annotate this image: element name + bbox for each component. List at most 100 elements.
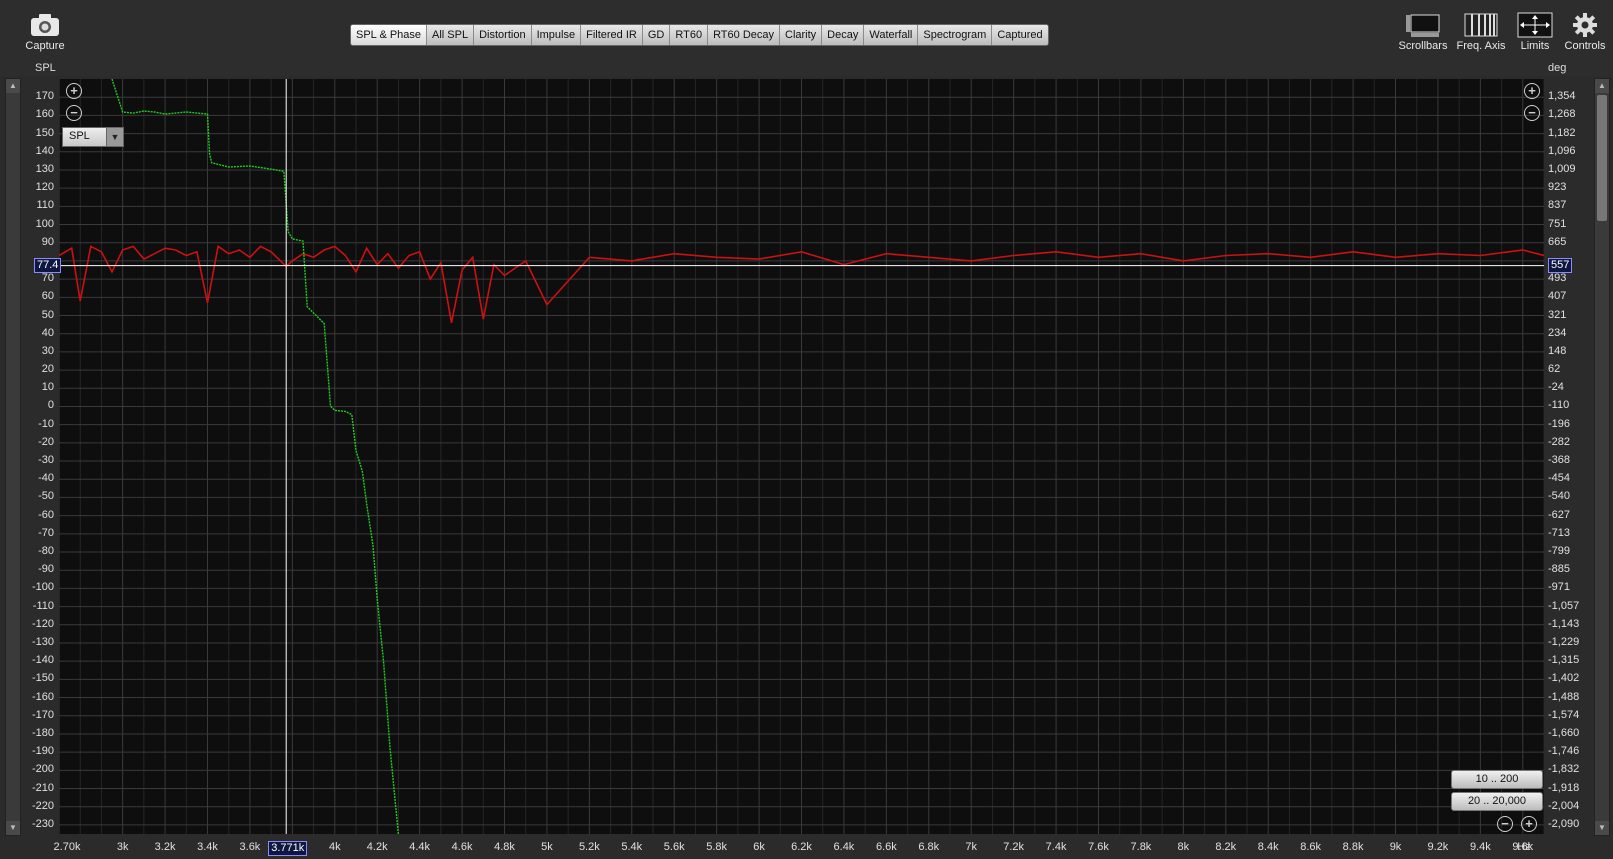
scroll-down-arrow-icon[interactable]: ▼ (1595, 821, 1609, 835)
y2-tick-label: 837 (1548, 199, 1567, 212)
y2-tick-label: 1,096 (1548, 144, 1576, 157)
y-tick-label: 100 (35, 217, 54, 230)
tab-decay[interactable]: Decay (822, 25, 865, 45)
y2-tick-label: 923 (1548, 181, 1567, 194)
chevron-down-icon: ▼ (106, 128, 123, 146)
y2-tick-label: -196 (1548, 417, 1571, 430)
x-tick-label: 3.6k (239, 841, 261, 853)
y2-tick-label: -1,315 (1548, 654, 1580, 667)
y-tick-label: 50 (41, 308, 54, 321)
camera-icon (30, 10, 60, 40)
capture-label: Capture (25, 40, 65, 52)
top-toolbar: Capture SPL & Phase All SPL Distortion Impu… (0, 0, 1613, 76)
scrollbars-button[interactable]: Scrollbars (1395, 10, 1451, 52)
zoom-in-y-right-icon[interactable]: + (1524, 83, 1540, 99)
zoom-out-x-icon[interactable]: − (1497, 816, 1513, 832)
scrollbar-thumb[interactable] (1597, 95, 1607, 221)
tab-gd[interactable]: GD (642, 25, 671, 45)
y-tick-label: -90 (38, 563, 54, 576)
zoom-out-y-left-icon[interactable]: − (66, 105, 82, 121)
y-tick-label: -30 (38, 454, 54, 467)
y2-tick-label: -799 (1548, 545, 1571, 557)
capture-button[interactable]: Capture (24, 10, 66, 52)
y2-tick-label: -540 (1548, 490, 1571, 503)
y-tick-label: -130 (31, 635, 54, 648)
y-tick-label: 160 (35, 108, 54, 121)
x-tick-label: 6.6k (875, 841, 897, 853)
y2-tick-label: -885 (1548, 563, 1571, 576)
zoom-in-x-icon[interactable]: + (1521, 816, 1537, 832)
x-tick-label: 6k (753, 841, 765, 853)
y2-tick-label: 665 (1548, 235, 1567, 248)
freq-axis-icon (1463, 10, 1499, 40)
y2-tick-label: 407 (1548, 290, 1567, 303)
limits-icon (1517, 10, 1553, 40)
y-tick-label: 90 (41, 235, 54, 248)
tab-spectrogram[interactable]: Spectrogram (918, 25, 993, 45)
y-tick-label: -210 (31, 781, 54, 794)
tab-spl-phase[interactable]: SPL & Phase (350, 25, 429, 45)
y2-tick-label: -1,229 (1548, 635, 1580, 648)
limits-button[interactable]: Limits (1511, 10, 1559, 52)
y2-tick-label: -110 (1548, 399, 1570, 412)
x-tick-label: 7.4k (1045, 841, 1067, 853)
y2-tick-label: -368 (1548, 454, 1571, 467)
y2-tick-label: 1,182 (1548, 126, 1576, 139)
x-tick-label: 7.6k (1088, 841, 1109, 853)
y-tick-label: 130 (35, 162, 54, 175)
zoom-out-y-right-icon[interactable]: − (1524, 105, 1540, 121)
x-tick-label: 4k (328, 841, 341, 853)
y-tick-label: -200 (31, 763, 54, 776)
range-20-20000-button[interactable]: 20 .. 20,000 (1451, 792, 1543, 811)
right-axis-unit: deg (1548, 62, 1567, 74)
tab-impulse[interactable]: Impulse (531, 25, 582, 45)
right-vertical-scrollbar[interactable]: ▲ ▼ (1594, 78, 1610, 836)
tab-waterfall[interactable]: Waterfall (864, 25, 919, 45)
y2-tick-label: -1,574 (1548, 708, 1580, 721)
x-tick-label: 7k (965, 841, 978, 853)
tab-filtered-ir[interactable]: Filtered IR (581, 25, 643, 45)
y-tick-label: 150 (35, 126, 54, 139)
y2-tick-label: -454 (1548, 472, 1571, 485)
y2-tick-label: -1,402 (1548, 672, 1580, 685)
phase-trace-line (111, 78, 400, 835)
x-tick-label: 3k (116, 841, 129, 853)
scrollbars-icon (1403, 10, 1443, 40)
y-tick-label: 30 (41, 344, 54, 357)
x-tick-label: 4.8k (494, 841, 515, 853)
trace-select[interactable]: SPL ▼ (62, 127, 124, 147)
y2-tick-label: 148 (1548, 344, 1567, 357)
x-tick-label: 5.4k (621, 841, 643, 853)
plot-area[interactable] (58, 78, 1545, 835)
y-tick-label: 140 (35, 144, 54, 157)
x-tick-label: 5.8k (706, 841, 728, 853)
tab-distortion[interactable]: Distortion (474, 25, 532, 45)
x-tick-label: 4.6k (451, 841, 473, 853)
y2-tick-label: -282 (1548, 435, 1571, 448)
y-tick-label: -230 (31, 817, 54, 830)
tab-captured[interactable]: Captured (992, 25, 1048, 45)
range-10-200-button[interactable]: 10 .. 200 (1451, 770, 1543, 789)
controls-button[interactable]: Controls (1561, 10, 1609, 52)
spl-phase-chart[interactable] (58, 78, 1545, 835)
freq-axis-button[interactable]: Freq. Axis (1453, 10, 1509, 52)
zoom-in-y-left-icon[interactable]: + (66, 83, 82, 99)
y-tick-label: 10 (41, 381, 54, 394)
y-tick-label: -160 (31, 690, 54, 703)
x-tick-label: 8.8k (1342, 841, 1364, 853)
x-tick-label: 3.4k (197, 841, 218, 853)
tab-rt60[interactable]: RT60 (670, 25, 709, 45)
x-tick-label: 5.2k (578, 841, 600, 853)
y2-tick-label: -713 (1548, 526, 1571, 539)
tab-rt60-decay[interactable]: RT60 Decay (708, 25, 780, 45)
tab-all-spl[interactable]: All SPL (427, 25, 475, 45)
x-tick-label: 9.2k (1427, 841, 1449, 853)
scroll-up-arrow-icon[interactable]: ▲ (1595, 79, 1609, 93)
x-tick-label: 5.6k (663, 841, 685, 853)
controls-label: Controls (1564, 40, 1606, 52)
x-tick-label: 5k (541, 841, 553, 853)
tab-clarity[interactable]: Clarity (780, 25, 823, 45)
y2-tick-label: 1,354 (1548, 90, 1576, 103)
freq-axis-label: Freq. Axis (1456, 40, 1506, 52)
y-tick-label: -150 (31, 672, 54, 685)
